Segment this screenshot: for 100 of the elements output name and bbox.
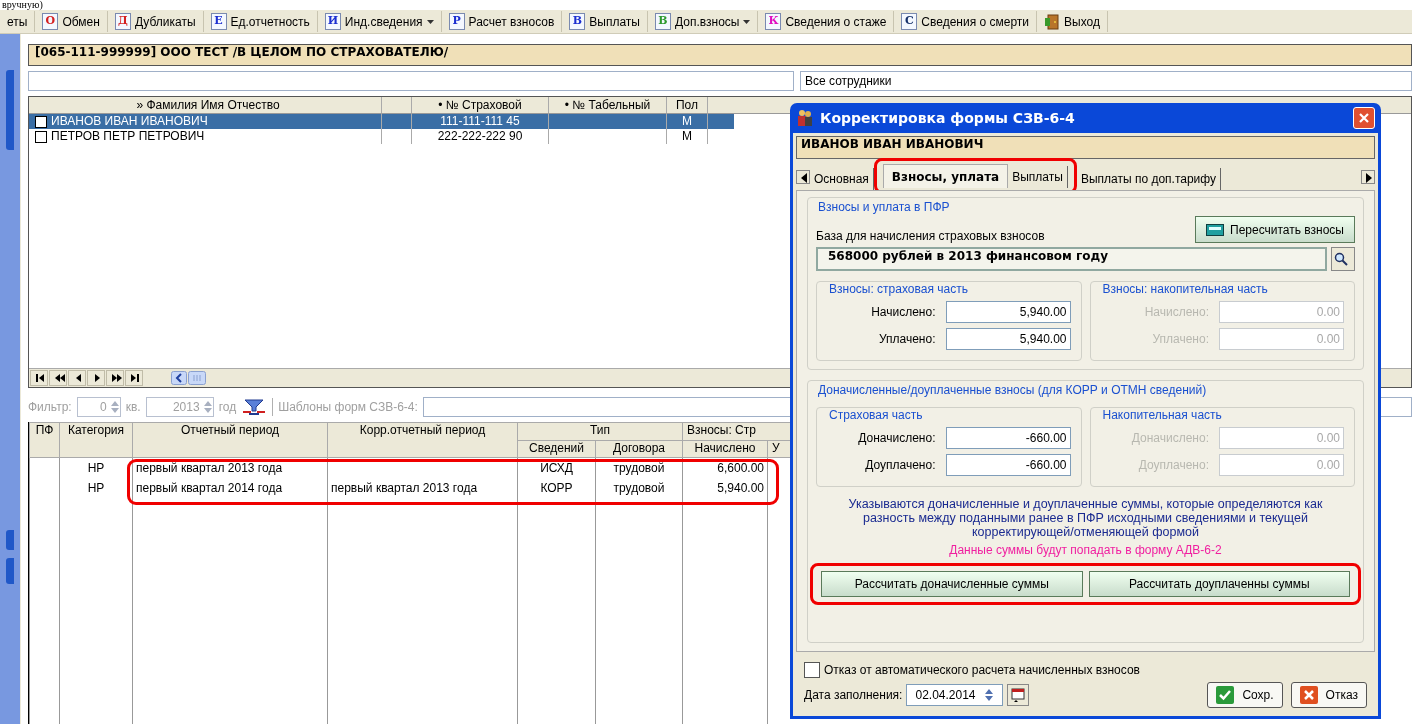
column-header: Взносы: Стр xyxy=(682,422,792,441)
field-label: Начислено: xyxy=(1144,305,1209,319)
nav-button[interactable] xyxy=(30,370,48,386)
search-button[interactable] xyxy=(1331,247,1355,271)
table-cell: М xyxy=(667,129,708,144)
input-field[interactable]: -660.00 xyxy=(945,427,1071,449)
field-label: Доначислено: xyxy=(1131,431,1209,445)
toolbar-button[interactable]: В Доп.взносы xyxy=(648,11,759,32)
window-title: Корректировка формы СЗВ-6-4 xyxy=(820,110,1076,126)
search-field[interactable] xyxy=(28,71,794,91)
close-button[interactable] xyxy=(1353,107,1375,129)
nav-button[interactable] xyxy=(87,370,105,386)
table-cell: 222-222-222 90 xyxy=(412,129,549,144)
fast-back-icon xyxy=(53,372,65,384)
input-field[interactable]: -660.00 xyxy=(945,454,1071,476)
fast-forward-icon xyxy=(110,372,122,384)
letter-icon: О xyxy=(42,13,59,30)
table-cell: первый квартал 2014 года xyxy=(132,478,328,498)
nav-button[interactable] xyxy=(49,370,67,386)
scroll-left-icon xyxy=(171,371,187,385)
input-field[interactable]: 5,940.00 xyxy=(945,301,1071,323)
table-cell: НР xyxy=(59,457,133,478)
scroll-tabs-button[interactable] xyxy=(1361,170,1375,184)
input-field[interactable]: 5,940.00 xyxy=(945,328,1071,350)
filter-label: Фильтр: xyxy=(28,400,72,414)
tab[interactable]: Взносы, уплата xyxy=(882,164,1009,188)
spinner-icon xyxy=(983,688,994,702)
column-header: Тип xyxy=(517,422,683,441)
scrollbar[interactable] xyxy=(171,371,206,385)
column-header: Категория xyxy=(59,422,133,458)
cancel-button[interactable]: Отказ xyxy=(1290,682,1367,708)
table-cell: ИСХД xyxy=(517,457,596,478)
toolbar-button[interactable]: С Сведения о смерти xyxy=(894,11,1038,32)
quarter-label: кв. xyxy=(125,400,141,414)
save-button[interactable]: Сохр. xyxy=(1207,682,1283,708)
letter-icon: В xyxy=(569,13,586,30)
toolbar-button[interactable]: К Сведения о стаже xyxy=(758,11,895,32)
field-label: Начислено: xyxy=(871,305,936,319)
last-icon xyxy=(129,372,141,384)
table-cell: трудовой xyxy=(595,478,683,498)
employee-filter-field[interactable]: Все сотрудники xyxy=(800,71,1412,91)
calculate-button[interactable]: Рассчитать доуплаченны суммы xyxy=(1088,571,1350,597)
nav-button[interactable] xyxy=(125,370,143,386)
toolbar-button[interactable]: Р Расчет взносов xyxy=(441,11,563,32)
group-title: Страховая часть xyxy=(827,408,925,422)
date-label: Дата заполнения: xyxy=(804,688,903,702)
scroll-tabs-button[interactable] xyxy=(796,170,810,184)
date-field[interactable]: 02.04.2014 xyxy=(906,684,1004,706)
table-cell: ПЕТРОВ ПЕТР ПЕТРОВИЧ xyxy=(51,129,205,144)
letter-icon: Д xyxy=(114,13,131,30)
letter-icon: Р xyxy=(448,13,465,30)
field-label: Доначислено: xyxy=(858,431,936,445)
scroll-thumb-icon xyxy=(188,371,206,385)
group-title: Накопительная часть xyxy=(1100,408,1224,422)
close-icon xyxy=(1358,112,1370,124)
templates-label: Шаблоны форм СЗВ-6-4: xyxy=(278,400,418,414)
toolbar-button[interactable]: Выход xyxy=(1037,11,1108,32)
field-label: Уплачено: xyxy=(878,332,936,346)
column-header: Корр.отчетный период xyxy=(327,422,518,458)
calculate-button[interactable]: Рассчитать доначисленные суммы xyxy=(821,571,1083,597)
toolbar-button[interactable]: О Обмен xyxy=(35,11,108,32)
group-title: Взносы и уплата в ПФР xyxy=(816,200,952,214)
table-row[interactable]: ИВАНОВ ИВАН ИВАНОВИЧ 111-111-111 45 М xyxy=(29,114,734,129)
nav-button[interactable] xyxy=(68,370,86,386)
warning-text: Данные суммы будут попадать в форму АДВ-6-2 xyxy=(948,543,1223,557)
letter-icon: В xyxy=(655,13,671,30)
toolbar-button[interactable]: В Выплаты xyxy=(562,11,648,32)
checkbox[interactable] xyxy=(35,130,47,143)
group-title: Взносы: страховая часть xyxy=(827,282,970,296)
calendar-button[interactable] xyxy=(1007,684,1030,706)
field-label: Доуплачено: xyxy=(1138,458,1209,472)
left-arrow-icon xyxy=(800,173,808,183)
table-cell: НР xyxy=(59,478,133,498)
base-field: 568000 рублей в 2013 финансовом году xyxy=(816,247,1327,271)
table-cell: трудовой xyxy=(595,457,683,478)
cross-icon xyxy=(1299,686,1318,704)
calculator-icon xyxy=(1206,223,1224,236)
note-text: Указываются доначисленные и доуплаченные суммы, которые определяются как разность между поданными ранее в ПФР исходными сведениями и текущей корректирующей/отменяющей формой xyxy=(847,497,1324,539)
table-cell: первый квартал 2013 года xyxy=(132,457,328,478)
nav-button[interactable] xyxy=(106,370,124,386)
toolbar-button[interactable]: Е Ед.отчетность xyxy=(203,11,318,32)
search-icon xyxy=(1334,252,1348,266)
toolbar-button[interactable]: Д Дубликаты xyxy=(107,11,204,32)
person-name: ИВАНОВ ИВАН ИВАНОВИЧ xyxy=(796,136,1375,159)
toolbar-button[interactable]: И Инд.сведения xyxy=(317,11,442,32)
door-icon xyxy=(1044,13,1061,30)
employer-title: [065-111-999999] ООО ТЕСТ /В ЦЕЛОМ ПО СТРАХОВАТЕЛЮ/ xyxy=(28,44,1412,66)
letter-icon: И xyxy=(324,13,341,30)
group-title: Доначисленные/доуплаченные взносы (для КОРР и ОТМН сведений) xyxy=(816,383,1209,397)
table-cell: М xyxy=(667,114,708,129)
check-icon xyxy=(1216,686,1235,704)
checkbox[interactable] xyxy=(804,662,820,678)
table-cell: первый квартал 2013 года xyxy=(327,478,518,498)
group-title: Взносы: накопительная часть xyxy=(1100,282,1270,296)
recalculate-button[interactable]: Пересчитать взносы xyxy=(1195,216,1355,243)
calendar-icon xyxy=(1011,688,1026,702)
column-header: Отчетный период xyxy=(132,422,328,458)
checkbox[interactable] xyxy=(35,115,47,128)
toolbar-button[interactable]: еты xyxy=(0,11,36,32)
document-text: вручную) xyxy=(1,0,44,10)
